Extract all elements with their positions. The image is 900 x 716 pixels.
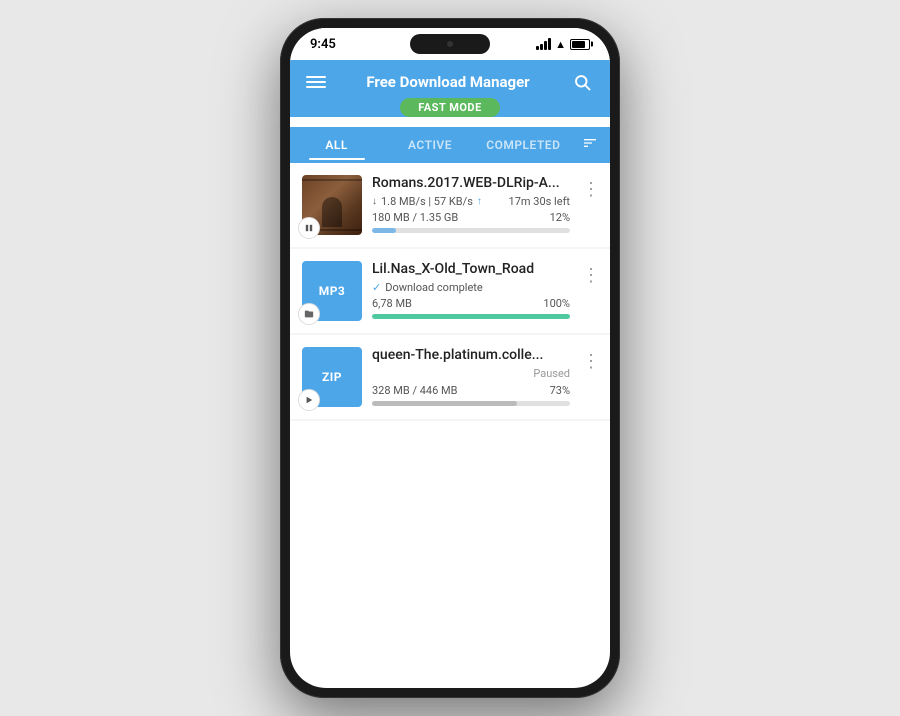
up-arrow-icon: ↑ bbox=[477, 196, 482, 207]
size-info: 180 MB / 1.35 GB bbox=[372, 211, 458, 224]
app-bar-top: Free Download Manager bbox=[306, 70, 594, 94]
status-bar: 9:45 ▲ bbox=[290, 28, 610, 60]
list-item: MP3 Lil.Nas_X-Old_Town_Road ✓ Download c… bbox=[290, 249, 610, 333]
notch bbox=[410, 34, 490, 54]
checkmark-icon: ✓ bbox=[372, 281, 381, 294]
downloads-list: Romans.2017.WEB-DLRip-A... ↓ 1.8 MB/s | … bbox=[290, 163, 610, 421]
progress-bar bbox=[372, 228, 570, 233]
battery-icon bbox=[570, 39, 590, 50]
download-name: Romans.2017.WEB-DLRip-A... bbox=[372, 175, 570, 191]
thumbnail-container: MP3 bbox=[302, 261, 362, 321]
size-row: 328 MB / 446 MB 73% bbox=[372, 384, 570, 397]
tab-completed[interactable]: COMPLETED bbox=[477, 130, 570, 160]
sort-icon[interactable] bbox=[570, 127, 610, 163]
signal-icon bbox=[536, 38, 551, 50]
progress-fill bbox=[372, 401, 517, 406]
list-item: ZIP queen-The.platinum.colle... Paused bbox=[290, 335, 610, 419]
thumb-figure bbox=[322, 197, 342, 227]
list-item: Romans.2017.WEB-DLRip-A... ↓ 1.8 MB/s | … bbox=[290, 163, 610, 247]
size-info: 6,78 MB bbox=[372, 297, 412, 310]
percent: 100% bbox=[543, 297, 570, 310]
app-title: Free Download Manager bbox=[366, 73, 529, 91]
folder-button[interactable] bbox=[298, 303, 320, 325]
notch-camera bbox=[447, 41, 453, 47]
status-icons: ▲ bbox=[536, 38, 590, 51]
paused-status: Paused bbox=[533, 367, 570, 380]
speed-info: ↓ 1.8 MB/s | 57 KB/s ↑ bbox=[372, 195, 482, 208]
search-icon[interactable] bbox=[570, 70, 594, 94]
tab-all[interactable]: ALL bbox=[290, 130, 383, 160]
phone-screen: 9:45 ▲ Free Download Manager bbox=[290, 28, 610, 688]
menu-icon[interactable] bbox=[306, 76, 326, 88]
wifi-icon: ▲ bbox=[555, 38, 566, 51]
tab-active[interactable]: ACTIVE bbox=[383, 130, 476, 160]
complete-text: Download complete bbox=[385, 281, 483, 294]
download-meta: ↓ 1.8 MB/s | 57 KB/s ↑ 17m 30s left bbox=[372, 195, 570, 208]
play-button[interactable] bbox=[298, 389, 320, 411]
progress-bar bbox=[372, 314, 570, 319]
size-row: 6,78 MB 100% bbox=[372, 297, 570, 310]
speed-down: 1.8 MB/s | 57 KB/s bbox=[381, 195, 473, 208]
progress-fill bbox=[372, 314, 570, 319]
fast-mode-label: FAST MODE bbox=[400, 98, 500, 117]
more-options-button[interactable]: ⋮ bbox=[580, 265, 602, 286]
pause-button[interactable] bbox=[298, 217, 320, 239]
complete-row: ✓ Download complete bbox=[372, 281, 570, 294]
paused-row: Paused bbox=[372, 367, 570, 380]
download-info: Romans.2017.WEB-DLRip-A... ↓ 1.8 MB/s | … bbox=[372, 175, 570, 233]
app-bar: Free Download Manager FAST MODE bbox=[290, 60, 610, 117]
percent: 12% bbox=[550, 211, 570, 224]
thumbnail-container: ZIP bbox=[302, 347, 362, 407]
download-name: queen-The.platinum.colle... bbox=[372, 347, 570, 363]
progress-bar bbox=[372, 401, 570, 406]
more-options-button[interactable]: ⋮ bbox=[580, 351, 602, 372]
fast-mode-badge: FAST MODE bbox=[306, 98, 594, 117]
progress-fill bbox=[372, 228, 396, 233]
download-info: Lil.Nas_X-Old_Town_Road ✓ Download compl… bbox=[372, 261, 570, 319]
tabs-bar: ALL ACTIVE COMPLETED bbox=[290, 127, 610, 163]
time-left: 17m 30s left bbox=[509, 195, 570, 208]
phone-frame: 9:45 ▲ Free Download Manager bbox=[280, 18, 620, 698]
down-arrow-icon: ↓ bbox=[372, 196, 377, 207]
thumbnail-container bbox=[302, 175, 362, 235]
size-row: 180 MB / 1.35 GB 12% bbox=[372, 211, 570, 224]
percent: 73% bbox=[550, 384, 570, 397]
download-name: Lil.Nas_X-Old_Town_Road bbox=[372, 261, 570, 277]
status-time: 9:45 bbox=[310, 37, 336, 52]
size-info: 328 MB / 446 MB bbox=[372, 384, 457, 397]
more-options-button[interactable]: ⋮ bbox=[580, 179, 602, 200]
download-info: queen-The.platinum.colle... Paused 328 M… bbox=[372, 347, 570, 406]
